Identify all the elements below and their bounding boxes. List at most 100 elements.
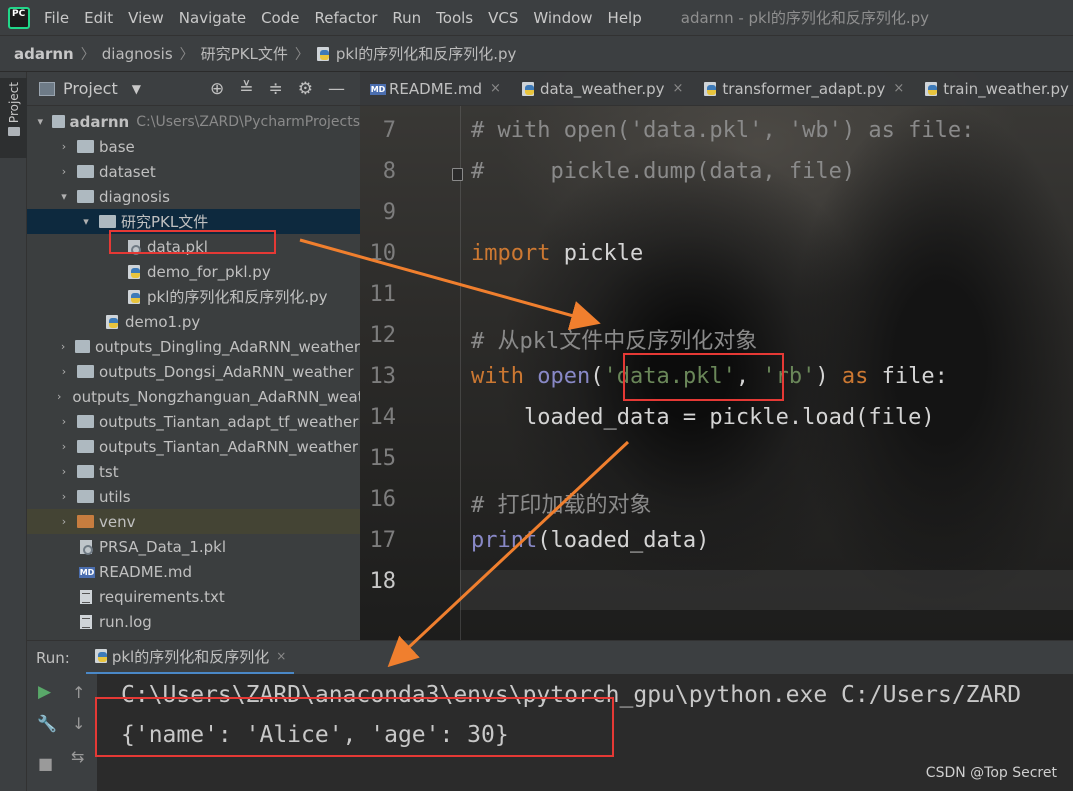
tree-item-base[interactable]: › base	[27, 134, 360, 159]
tree-item-readme[interactable]: README.md	[27, 559, 360, 584]
menu-edit[interactable]: Edit	[84, 9, 113, 27]
close-icon[interactable]: ×	[276, 649, 286, 663]
menu-file[interactable]: File	[44, 9, 69, 27]
tree-item-dataset[interactable]: › dataset	[27, 159, 360, 184]
chevron-right-icon[interactable]: ›	[57, 415, 71, 428]
close-icon[interactable]: ×	[490, 81, 501, 96]
tree-item-outputs-tiantan-adarnn[interactable]: › outputs_Tiantan_AdaRNN_weather	[27, 434, 360, 459]
menu-navigate[interactable]: Navigate	[179, 9, 246, 27]
project-tool-label: Project	[6, 82, 21, 124]
chevron-down-icon[interactable]: ▾	[79, 215, 93, 228]
code-text: pickle	[550, 241, 644, 266]
chevron-right-icon[interactable]: ›	[57, 140, 71, 153]
tree-item-label: dataset	[99, 162, 156, 181]
project-panel: Project ▼ ⊕ ≚ ≑ ⚙ — ▾ adarnn C:\Users\ZA…	[27, 72, 360, 640]
tree-item-demo-for-pkl[interactable]: demo_for_pkl.py	[27, 259, 360, 284]
python-file-icon	[94, 648, 108, 664]
tree-item-outputs-dongsi[interactable]: › outputs_Dongsi_AdaRNN_weather	[27, 359, 360, 384]
breadcrumb-file[interactable]: pkl的序列化和反序列化.py	[336, 43, 517, 64]
tree-item-pkl-serialize[interactable]: pkl的序列化和反序列化.py	[27, 284, 360, 309]
python-file-icon	[924, 81, 938, 97]
tree-item-tst[interactable]: › tst	[27, 459, 360, 484]
chevron-right-icon[interactable]: ›	[57, 515, 71, 528]
code-line-12: # 从pkl文件中反序列化对象	[471, 329, 758, 354]
collapse-all-icon[interactable]: ≑	[269, 80, 283, 98]
run-toolbar: ▶ ↑ 🔧 ↓ ■ ⇆	[27, 674, 97, 791]
tab-transformer-adapt[interactable]: transformer_adapt.py ×	[693, 72, 914, 106]
tree-item-outputs-dingling[interactable]: › outputs_Dingling_AdaRNN_weather	[27, 334, 360, 359]
tree-item-outputs-nongzhanguan[interactable]: › outputs_Nongzhanguan_AdaRNN_weather	[27, 384, 360, 409]
tree-item-requirements[interactable]: requirements.txt	[27, 584, 360, 609]
menu-view[interactable]: View	[128, 9, 164, 27]
code-line-7: # with open('data.pkl', 'wb') as file:	[471, 118, 975, 143]
menu-window[interactable]: Window	[533, 9, 592, 27]
arrow-down-icon[interactable]: ↓	[72, 714, 85, 733]
line-number: 15	[369, 446, 397, 471]
menu-help[interactable]: Help	[608, 9, 642, 27]
chevron-down-icon[interactable]: ▼	[132, 82, 141, 96]
close-icon[interactable]: ×	[893, 81, 904, 96]
breadcrumb: adarnn 〉 diagnosis 〉 研究PKL文件 〉 pkl的序列化和反…	[0, 36, 1073, 72]
chevron-right-icon[interactable]: ›	[57, 165, 71, 178]
tree-item-utils[interactable]: › utils	[27, 484, 360, 509]
code-line-16: # 打印加载的对象	[471, 493, 652, 518]
folder-icon	[7, 127, 20, 137]
menu-code[interactable]: Code	[261, 9, 299, 27]
tree-item-demo1[interactable]: demo1.py	[27, 309, 360, 334]
chevron-down-icon[interactable]: ▾	[35, 115, 46, 128]
hide-panel-icon[interactable]: —	[328, 80, 345, 98]
markdown-file-icon	[79, 564, 95, 580]
chevron-right-icon[interactable]: ›	[57, 490, 71, 503]
project-panel-title[interactable]: Project	[63, 79, 118, 98]
tree-item-outputs-tiantan-adapt[interactable]: › outputs_Tiantan_adapt_tf_weather	[27, 409, 360, 434]
run-config-tab[interactable]: pkl的序列化和反序列化 ×	[85, 641, 295, 675]
folder-icon	[77, 465, 94, 478]
project-tool-tab[interactable]: Project	[0, 78, 27, 158]
tree-root[interactable]: ▾ adarnn C:\Users\ZARD\PycharmProjects	[27, 109, 360, 134]
chevron-right-icon[interactable]: ›	[57, 440, 71, 453]
expand-all-icon[interactable]: ≚	[239, 80, 253, 98]
close-icon[interactable]: ×	[673, 81, 684, 96]
line-number: 14	[369, 405, 397, 430]
tab-data-weather[interactable]: data_weather.py ×	[511, 72, 693, 106]
tree-item-label: README.md	[99, 562, 193, 581]
gutter-divider	[460, 106, 461, 640]
tab-readme[interactable]: README.md ×	[360, 72, 511, 106]
run-tab-label: pkl的序列化和反序列化	[111, 647, 270, 666]
tab-train-weather[interactable]: train_weather.py	[914, 72, 1073, 106]
line-number: 9	[382, 200, 396, 225]
menu-refactor[interactable]: Refactor	[314, 9, 377, 27]
tree-item-label: base	[99, 137, 135, 156]
breadcrumb-project[interactable]: adarnn	[14, 45, 74, 63]
tree-item-label: outputs_Dingling_AdaRNN_weather	[95, 337, 360, 356]
chevron-right-icon[interactable]: ›	[57, 340, 69, 353]
breadcrumb-folder[interactable]: 研究PKL文件	[201, 43, 288, 64]
folder-icon	[99, 215, 116, 228]
breadcrumb-diagnosis[interactable]: diagnosis	[102, 45, 173, 63]
tree-item-venv[interactable]: › venv	[27, 509, 360, 534]
tool-window-strip: Project	[0, 72, 27, 791]
arrow-up-icon[interactable]: ↑	[72, 683, 85, 702]
tree-item-prsa-data[interactable]: PRSA_Data_1.pkl	[27, 534, 360, 559]
chevron-right-icon[interactable]: ›	[57, 465, 71, 478]
soft-wrap-icon[interactable]: ⇆	[71, 747, 84, 766]
chevron-down-icon[interactable]: ▾	[57, 190, 71, 203]
rerun-icon[interactable]: ▶	[38, 682, 51, 702]
menu-tools[interactable]: Tools	[436, 9, 473, 27]
tree-item-run-log[interactable]: run.log	[27, 609, 360, 634]
chevron-right-icon[interactable]: ›	[57, 390, 61, 403]
tree-item-diagnosis[interactable]: ▾ diagnosis	[27, 184, 360, 209]
folder-icon	[75, 340, 91, 353]
menu-run[interactable]: Run	[392, 9, 421, 27]
chevron-right-icon[interactable]: ›	[57, 365, 71, 378]
wrench-icon[interactable]: 🔧	[37, 714, 57, 733]
tab-label: train_weather.py	[943, 79, 1069, 98]
tree-item-label: outputs_Nongzhanguan_AdaRNN_weather	[72, 387, 360, 406]
stop-icon[interactable]: ■	[38, 754, 53, 773]
tree-root-path: C:\Users\ZARD\PycharmProjects	[136, 113, 360, 130]
locate-file-icon[interactable]: ⊕	[210, 80, 224, 98]
project-panel-header: Project ▼ ⊕ ≚ ≑ ⚙ —	[27, 72, 360, 106]
gear-icon[interactable]: ⚙	[298, 80, 313, 98]
folder-icon	[77, 365, 94, 378]
menu-vcs[interactable]: VCS	[488, 9, 518, 27]
